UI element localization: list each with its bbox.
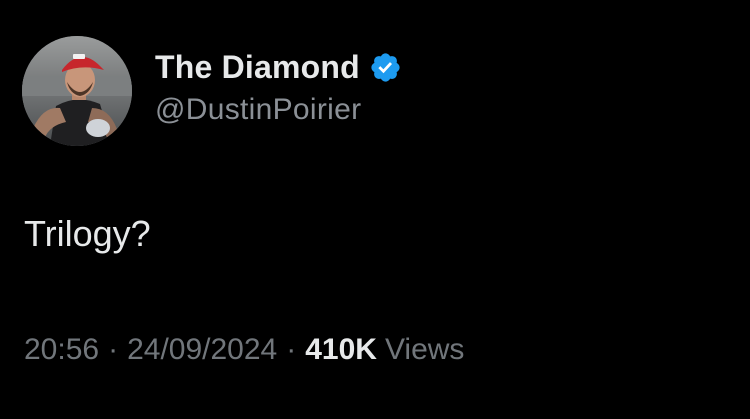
views-label: Views	[384, 333, 465, 366]
display-name[interactable]: The Diamond	[155, 49, 360, 86]
tweet-card: The Diamond @DustinPoirier Trilogy? 20:5…	[0, 0, 750, 419]
tweet-time[interactable]: 20:56	[24, 333, 99, 367]
verified-badge-icon[interactable]	[369, 51, 402, 84]
handle[interactable]: @DustinPoirier	[155, 93, 402, 127]
separator: ·	[108, 333, 119, 366]
author-block: The Diamond @DustinPoirier	[155, 45, 402, 127]
tweet-meta: 20:56 · 24/09/2024 · 410K Views	[24, 333, 464, 367]
profile-photo	[22, 36, 132, 146]
tweet-text: Trilogy?	[24, 213, 151, 254]
views-count[interactable]: 410K	[305, 333, 377, 367]
separator: ·	[286, 333, 297, 366]
tweet-date[interactable]: 24/09/2024	[127, 333, 277, 367]
name-row: The Diamond	[155, 45, 402, 89]
avatar[interactable]	[22, 36, 132, 146]
